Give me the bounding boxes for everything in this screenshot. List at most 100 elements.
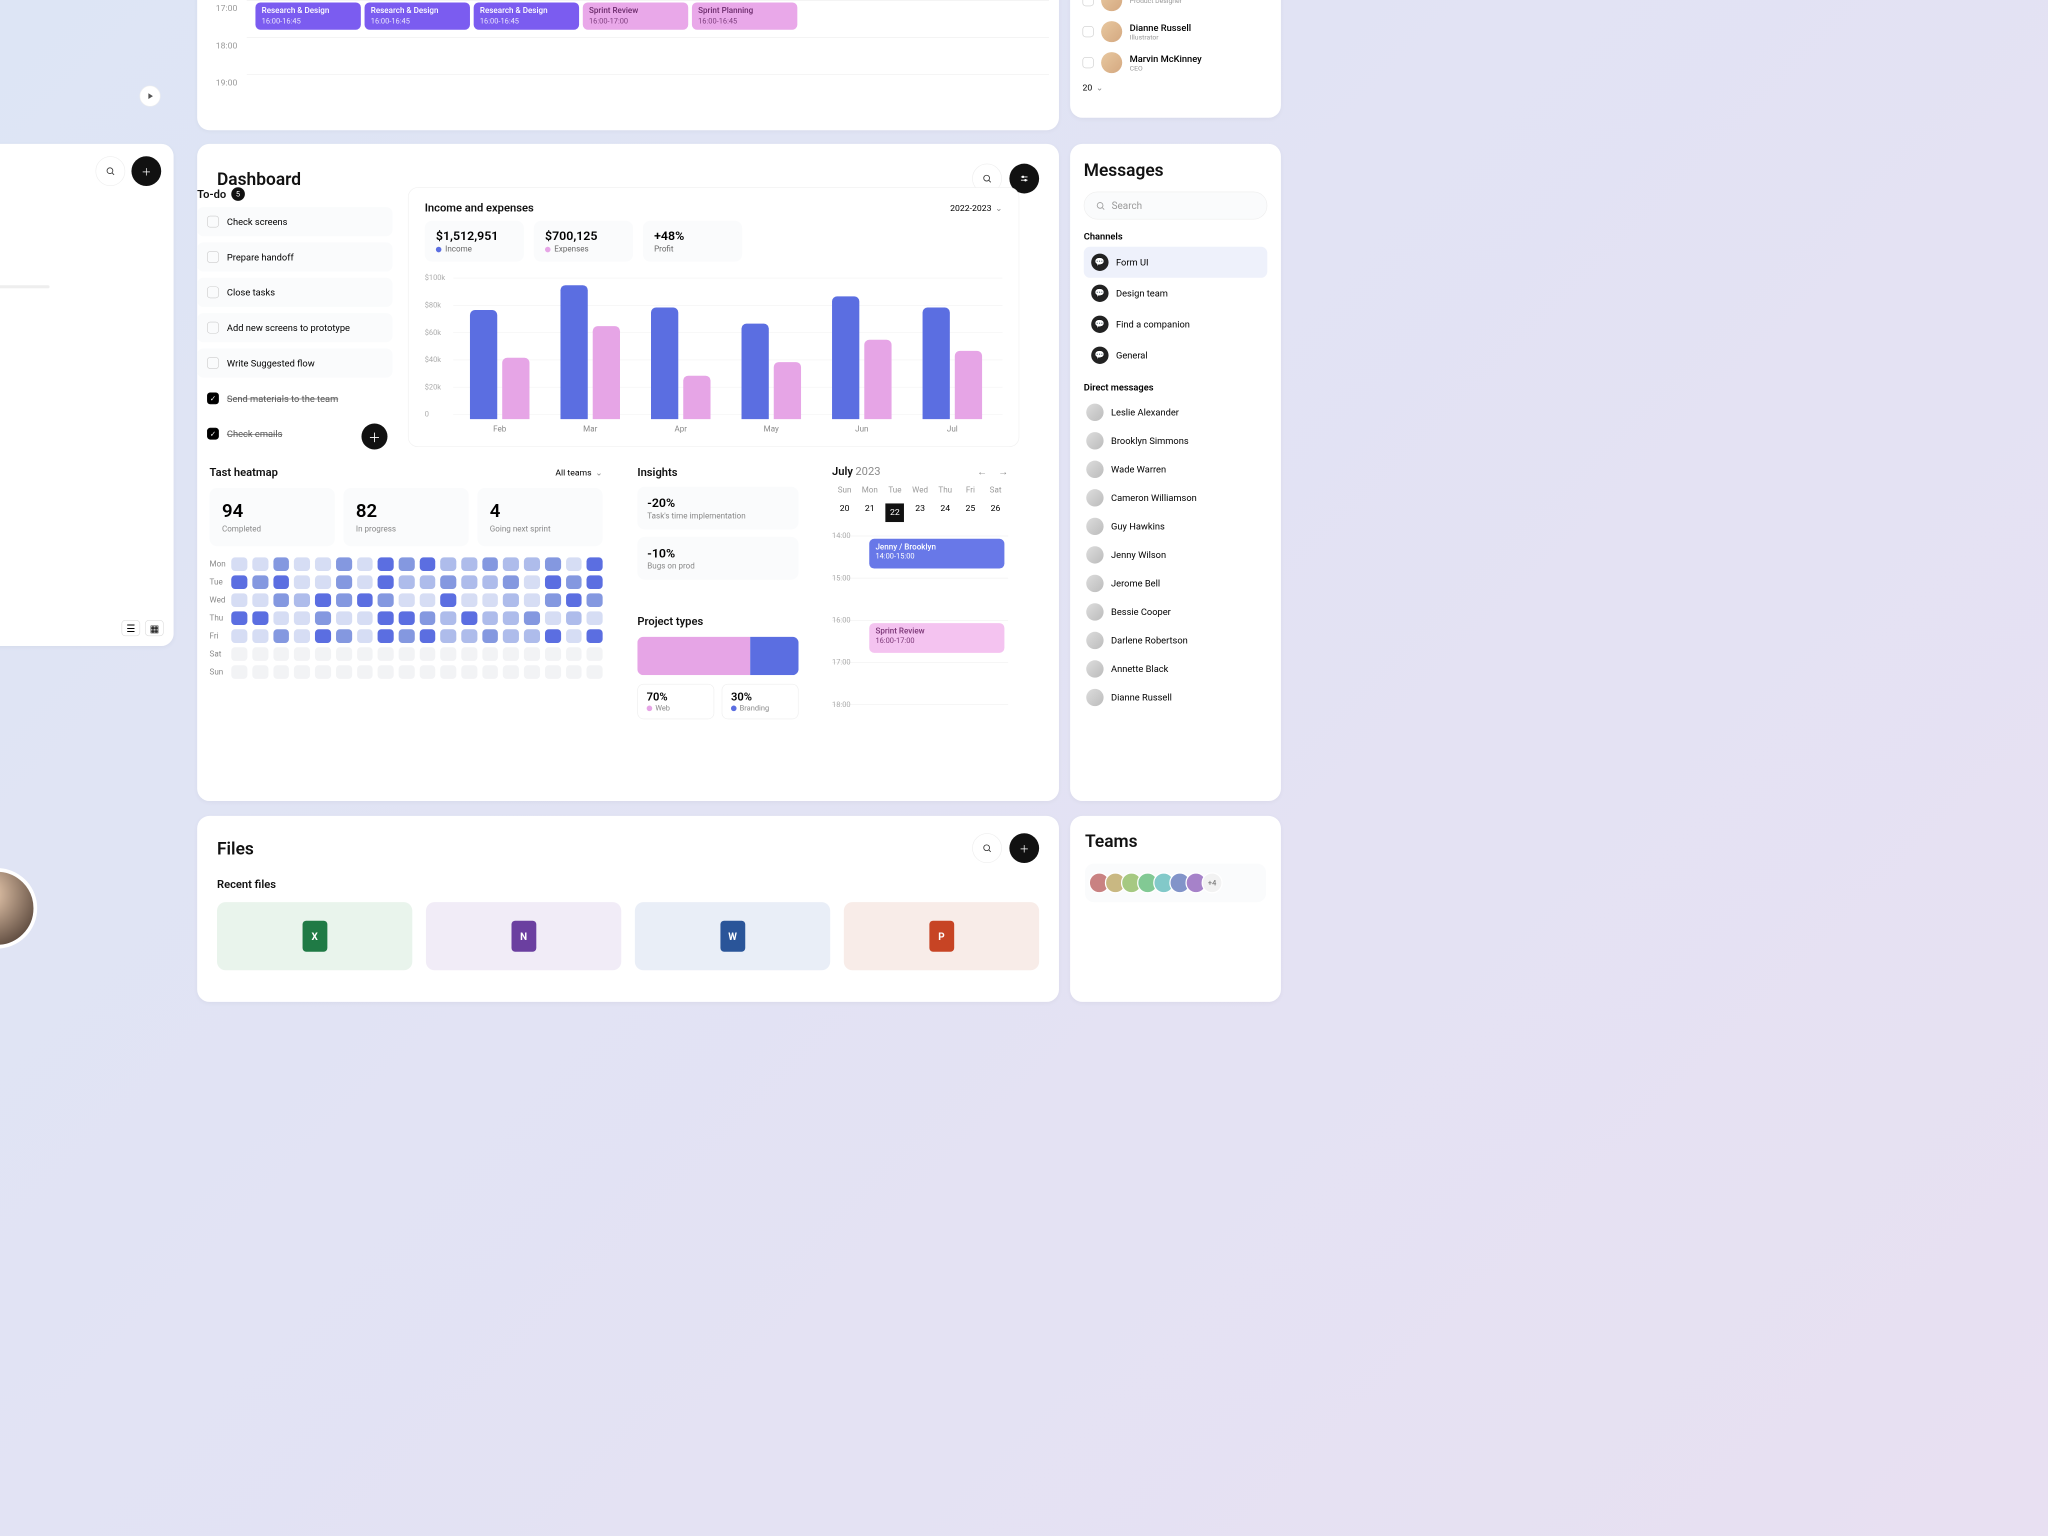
calendar-date[interactable]: 26: [983, 500, 1008, 526]
checkbox[interactable]: [1083, 0, 1094, 6]
calendar-date[interactable]: 22: [882, 500, 907, 526]
page-size[interactable]: 20: [1083, 83, 1093, 93]
todo-item[interactable]: Prepare handoff: [197, 242, 392, 271]
channel-item[interactable]: 💬General: [1084, 340, 1268, 371]
checkbox[interactable]: [207, 286, 219, 298]
bar: [864, 340, 891, 419]
search-input[interactable]: Search: [1084, 192, 1268, 220]
heatmap-cell: [503, 593, 519, 607]
avatar: [1086, 603, 1103, 620]
heatmap-cell: [545, 647, 561, 661]
channel-item[interactable]: 💬Find a companion: [1084, 309, 1268, 340]
channel-icon: 💬: [1091, 347, 1108, 364]
play-icon[interactable]: [140, 86, 161, 107]
calendar-date[interactable]: 21: [857, 500, 882, 526]
list-view-icon[interactable]: ☰: [122, 620, 141, 636]
todo-item[interactable]: Write Suggested flow: [197, 348, 392, 377]
checkbox[interactable]: [207, 251, 219, 263]
heatmap-cell: [545, 557, 561, 571]
checkbox[interactable]: ✓: [207, 428, 219, 440]
file-tile[interactable]: N: [426, 902, 621, 970]
date-range-selector[interactable]: 2022-2023⌄: [950, 202, 1002, 215]
person-row[interactable]: Dianne RussellIllustrator: [1083, 16, 1269, 47]
dm-item[interactable]: Guy Hawkins: [1084, 512, 1268, 541]
channel-item[interactable]: 💬Design team: [1084, 278, 1268, 309]
avatar: [1101, 0, 1122, 11]
heatmap-cell: [315, 575, 331, 589]
person-row[interactable]: Marvin McKinneyCEO: [1083, 47, 1269, 78]
todo-widget: To-do 5 Check screensPrepare handoffClos…: [197, 187, 392, 454]
file-tile[interactable]: W: [635, 902, 830, 970]
checkbox[interactable]: [1083, 57, 1094, 68]
calendar-event[interactable]: Sprint Planning16:00-16:45: [692, 2, 797, 30]
avatar: [1086, 660, 1103, 677]
calendar-date[interactable]: 24: [933, 500, 958, 526]
todo-item[interactable]: Close tasks: [197, 278, 392, 307]
search-button[interactable]: [972, 833, 1002, 863]
search-icon[interactable]: [95, 156, 125, 186]
heatmap-cell: [315, 665, 331, 679]
heatmap-cell: [587, 557, 603, 571]
teams-panel: Teams +4: [1070, 816, 1281, 1002]
insight-item: -10%Bugs on prod: [637, 537, 798, 580]
heatmap-cell: [545, 665, 561, 679]
calendar-event[interactable]: Research & Design16:00-16:45: [255, 2, 360, 30]
heatmap-cell: [461, 557, 477, 571]
file-tile[interactable]: X: [217, 902, 412, 970]
heatmap-cell: [378, 629, 394, 643]
calendar-date[interactable]: 25: [958, 500, 983, 526]
checkbox[interactable]: [1083, 26, 1094, 37]
todo-item[interactable]: Add new screens to prototype: [197, 313, 392, 342]
calendar-event[interactable]: Jenny / Brooklyn14:00-15:00: [869, 539, 1004, 569]
dm-item[interactable]: Bessie Cooper: [1084, 598, 1268, 627]
person-row[interactable]: Product Designer: [1083, 0, 1269, 16]
calendar-date[interactable]: 20: [832, 500, 857, 526]
recent-files-title: Recent files: [217, 878, 1039, 891]
heatmap-cell: [252, 647, 268, 661]
bar: [955, 351, 982, 419]
next-week-icon[interactable]: →: [998, 465, 1008, 477]
grid-view-icon[interactable]: ▦: [145, 620, 164, 636]
more-members[interactable]: +4: [1202, 872, 1223, 893]
checkbox[interactable]: [207, 357, 219, 369]
checkbox[interactable]: [207, 216, 219, 228]
file-tile[interactable]: P: [844, 902, 1039, 970]
prev-week-icon[interactable]: ←: [977, 465, 987, 477]
calendar-date[interactable]: 23: [908, 500, 933, 526]
checkbox[interactable]: [207, 322, 219, 334]
heatmap-cell: [378, 593, 394, 607]
calendar-event[interactable]: Research & Design16:00-16:45: [365, 2, 470, 30]
dm-item[interactable]: Brooklyn Simmons: [1084, 427, 1268, 456]
dm-item[interactable]: Jerome Bell: [1084, 569, 1268, 598]
channel-item[interactable]: 💬Form UI: [1084, 247, 1268, 278]
calendar-event[interactable]: Research & Design16:00-16:45: [474, 2, 579, 30]
calendar-month: July: [832, 465, 853, 478]
heatmap-cell: [503, 557, 519, 571]
heatmap-cell: [252, 629, 268, 643]
dm-item[interactable]: Annette Black: [1084, 655, 1268, 684]
dm-header: Direct messages: [1084, 382, 1268, 393]
calendar-event[interactable]: Sprint Review16:00-17:00: [869, 623, 1004, 653]
heatmap-cell: [461, 647, 477, 661]
calendar-event[interactable]: Sprint Review16:00-17:00: [583, 2, 688, 30]
todo-item[interactable]: Check screens: [197, 207, 392, 236]
team-filter[interactable]: All teams⌄: [555, 466, 602, 479]
heatmap-cell: [587, 575, 603, 589]
dm-item[interactable]: Wade Warren: [1084, 455, 1268, 484]
dm-item[interactable]: Dianne Russell: [1084, 683, 1268, 712]
add-file-button[interactable]: ＋: [1009, 833, 1039, 863]
dm-item[interactable]: Cameron Williamson: [1084, 484, 1268, 513]
heatmap-cell: [461, 593, 477, 607]
chart-stat: +48%Profit: [643, 221, 742, 262]
dm-item[interactable]: Darlene Robertson: [1084, 626, 1268, 655]
add-todo-button[interactable]: ＋: [361, 423, 387, 449]
channel-icon: 💬: [1091, 285, 1108, 302]
messages-panel: Messages Search Channels 💬Form UI💬Design…: [1070, 144, 1281, 801]
heatmap-cell: [566, 557, 582, 571]
dm-item[interactable]: Jenny Wilson: [1084, 541, 1268, 570]
dm-item[interactable]: Leslie Alexander: [1084, 398, 1268, 427]
todo-item[interactable]: ✓Send materials to the team: [197, 384, 392, 413]
checkbox[interactable]: ✓: [207, 392, 219, 404]
heatmap-cell: [482, 593, 498, 607]
add-button[interactable]: ＋: [131, 156, 161, 186]
